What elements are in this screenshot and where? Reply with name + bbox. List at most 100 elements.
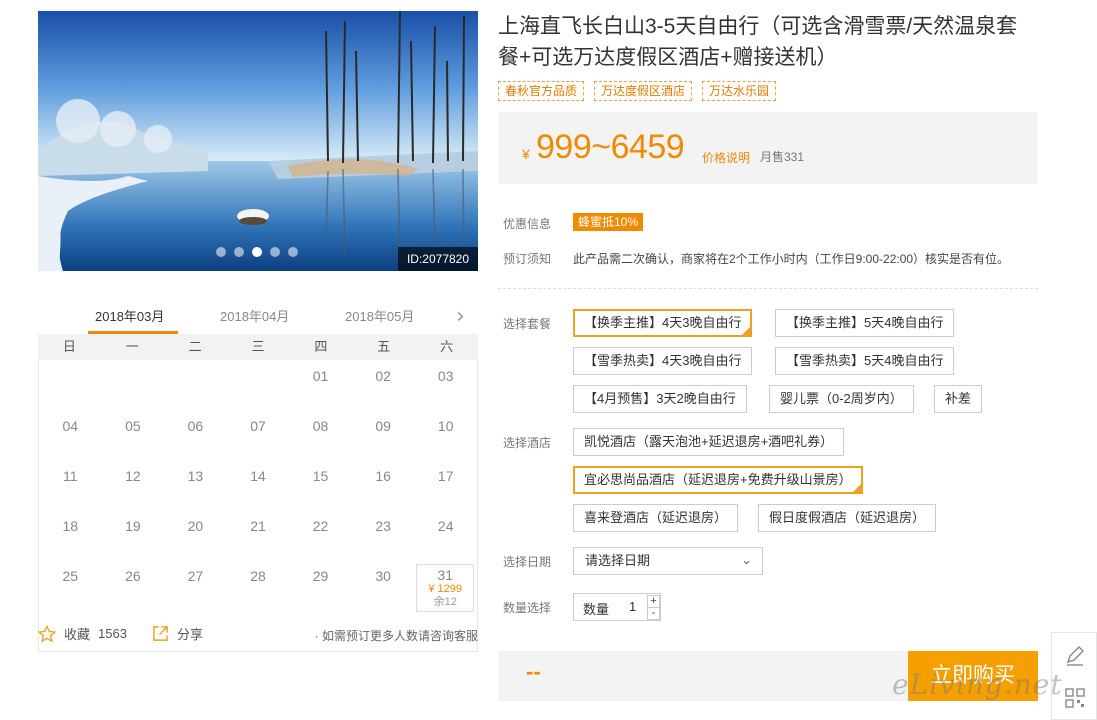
package-option[interactable]: 【换季主推】5天4晚自由行 xyxy=(775,309,955,337)
carousel-dot-active[interactable] xyxy=(252,247,262,257)
share-button[interactable]: 分享 xyxy=(152,624,203,643)
calendar-day: 20 xyxy=(164,514,227,564)
weekday-label: 日 xyxy=(62,339,76,354)
product-tag: 万达度假区酒店 xyxy=(594,81,693,101)
calendar-day: 06 xyxy=(164,414,227,464)
total-price: -- xyxy=(526,659,541,684)
package-option[interactable]: 补差 xyxy=(934,385,983,413)
calendar-day: 12 xyxy=(102,464,165,514)
calendar-day-number: 23 xyxy=(375,518,391,534)
hotel-option-selected[interactable]: 宜必思尚品酒店（延迟退房+免费升级山景房） xyxy=(573,466,863,496)
package-option[interactable]: 【雪季热卖】4天3晚自由行 xyxy=(573,347,753,375)
weekday-label: 五 xyxy=(377,339,391,354)
calendar-day-number: 09 xyxy=(375,418,391,434)
share-icon xyxy=(153,626,168,641)
day-stock: 余12 xyxy=(433,596,457,608)
promo-badge: 蜂蜜抵10% xyxy=(573,213,644,231)
calendar-day-number: 28 xyxy=(250,568,266,584)
date-select[interactable]: 请选择日期 ⌄ xyxy=(573,547,763,575)
calendar-day-number: 01 xyxy=(312,368,329,384)
hotel-option[interactable]: 假日度假酒店（延迟退房） xyxy=(758,504,937,532)
product-actions: 收藏 1563 分享 · 如需预订更多人数请咨询客服 xyxy=(38,624,478,646)
hotel-option[interactable]: 凯悦酒店（露天泡池+延迟退房+酒吧礼券） xyxy=(573,428,845,456)
quantity-minus-button[interactable]: - xyxy=(647,607,660,620)
tab-month-april[interactable]: 2018年04月 xyxy=(220,306,289,325)
tab-month-may[interactable]: 2018年05月 xyxy=(345,306,414,325)
calendar-day-number: 08 xyxy=(312,418,329,434)
currency-symbol: ¥ xyxy=(522,146,530,162)
day-price: ¥ 1299 xyxy=(428,583,463,595)
calendar-day: 24 xyxy=(414,514,477,564)
calendar-day: 08 xyxy=(289,414,352,464)
calendar-day-number: 12 xyxy=(125,468,141,484)
notice-label: 预订须知 xyxy=(503,252,552,266)
carousel-dot[interactable] xyxy=(288,247,298,257)
calendar-day: 04 xyxy=(39,414,102,464)
package-option[interactable]: 【4月预售】3天2晚自由行 xyxy=(573,385,747,413)
product-id-badge: ID:2077820 xyxy=(398,247,478,271)
divider xyxy=(498,288,1038,289)
calendar-empty-cell xyxy=(102,364,165,414)
calendar-day-number: 24 xyxy=(437,518,454,534)
booking-notice: 此产品需二次确认，商家将在2个工作小时内（工作日9:00-22:00）核实是否有… xyxy=(573,252,1010,266)
calendar-day-number: 13 xyxy=(187,468,204,484)
calendar-day-number: 30 xyxy=(375,568,391,584)
calendar-day-number: 04 xyxy=(62,418,79,434)
product-image-carousel[interactable]: ID:2077820 xyxy=(38,11,478,271)
package-option-selected[interactable]: 【换季主推】4天3晚自由行 xyxy=(573,309,753,339)
quantity-value[interactable]: 1 xyxy=(629,599,636,614)
calendar-day: 26 xyxy=(102,564,165,614)
calendar-day-number: 14 xyxy=(250,468,266,484)
calendar-empty-cell xyxy=(227,364,290,414)
calendar-day: 29 xyxy=(289,564,352,614)
tab-month-march[interactable]: 2018年03月 xyxy=(95,306,164,325)
package-label: 选择套餐 xyxy=(503,317,552,331)
hotel-option[interactable]: 喜来登酒店（延迟退房） xyxy=(573,504,739,532)
calendar-day-number: 06 xyxy=(187,418,204,434)
calendar-day: 15 xyxy=(289,464,352,514)
calendar-day: 25 xyxy=(39,564,102,614)
calendar-day: 27 xyxy=(164,564,227,614)
hotel-label: 选择酒店 xyxy=(503,436,552,450)
chevron-right-icon[interactable]: › xyxy=(456,304,465,329)
calendar-day-number: 26 xyxy=(125,568,141,584)
calendar-day: 02 xyxy=(352,364,415,414)
favorite-button[interactable]: 收藏 1563 xyxy=(38,624,127,643)
calendar-empty-cell xyxy=(164,364,227,414)
price-box: ¥ 999~6459 价格说明 月售331 xyxy=(498,112,1038,184)
price-explain-link[interactable]: 价格说明 xyxy=(702,149,750,166)
calendar-day: 11 xyxy=(39,464,102,514)
calendar-day-number: 29 xyxy=(312,568,329,584)
side-toolbar xyxy=(1051,632,1097,720)
calendar-day-number: 03 xyxy=(437,368,454,384)
calendar-day: 09 xyxy=(352,414,415,464)
buy-now-button[interactable]: 立即购买 xyxy=(908,651,1038,701)
carousel-dot[interactable] xyxy=(270,247,280,257)
product-title: 上海直飞长白山3-5天自由行（可选含滑雪票/天然温泉套餐+可选万达度假区酒店+赠… xyxy=(498,15,1018,69)
calendar-day-number: 21 xyxy=(250,518,266,534)
qrcode-icon[interactable] xyxy=(1064,687,1086,709)
quantity-field-label: 数量 xyxy=(583,602,610,617)
calendar-day: 28 xyxy=(227,564,290,614)
carousel-dot[interactable] xyxy=(216,247,226,257)
landscape-photo xyxy=(38,11,478,271)
calendar-day: 19 xyxy=(102,514,165,564)
calendar-day-number: 15 xyxy=(312,468,329,484)
promo-label: 优惠信息 xyxy=(503,217,552,231)
package-option[interactable]: 【雪季热卖】5天4晚自由行 xyxy=(775,347,955,375)
calendar-day-number: 20 xyxy=(187,518,204,534)
package-option[interactable]: 婴儿票（0-2周岁内） xyxy=(769,385,914,413)
calendar-day-available[interactable]: 31 ¥ 1299 余12 xyxy=(416,564,474,612)
calendar-day: 03 xyxy=(414,364,477,414)
weekday-label: 一 xyxy=(125,339,139,354)
calendar-grid: 01 02 03 04 05 06 07 08 09 10 11 12 13 14 15 16 17 18 19 20… xyxy=(38,360,478,652)
weekday-label: 六 xyxy=(440,339,454,354)
weekday-label: 二 xyxy=(188,339,202,354)
calendar-day-number: 10 xyxy=(437,418,454,434)
carousel-dot[interactable] xyxy=(234,247,244,257)
calendar-day: 16 xyxy=(352,464,415,514)
calendar-day: 22 xyxy=(289,514,352,564)
edit-icon[interactable] xyxy=(1064,645,1086,667)
favorite-count: 1563 xyxy=(98,626,127,641)
carousel-dots xyxy=(216,247,298,257)
